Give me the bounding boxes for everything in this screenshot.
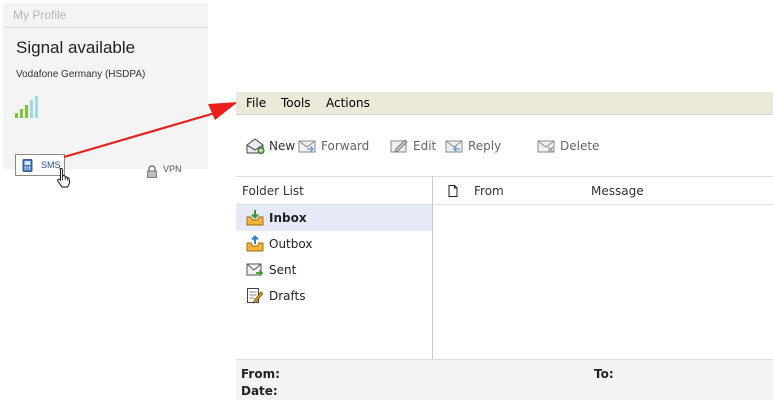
from-detail-label: From: xyxy=(241,367,280,381)
profile-header-title: My Profile xyxy=(13,8,67,22)
message-details-pane: From: To: Date: xyxy=(236,359,773,400)
edit-icon xyxy=(390,138,408,153)
outbox-icon xyxy=(246,235,264,252)
message-column-header[interactable]: Message xyxy=(591,184,644,198)
date-detail-label: Date: xyxy=(241,384,278,398)
folder-label-outbox: Outbox xyxy=(269,237,313,251)
new-button[interactable]: New xyxy=(246,137,295,155)
reply-button[interactable]: Reply xyxy=(445,137,501,155)
drafts-icon xyxy=(247,288,264,304)
folder-label-drafts: Drafts xyxy=(269,289,306,303)
folder-item-inbox[interactable]: Inbox xyxy=(236,205,432,231)
folder-list: Inbox Outbox Sent Drafts xyxy=(236,205,432,309)
document-icon xyxy=(448,185,458,197)
folder-item-sent[interactable]: Sent xyxy=(236,257,432,283)
edit-button[interactable]: Edit xyxy=(390,137,436,155)
delete-icon xyxy=(537,140,555,152)
menu-bar: File Tools Actions xyxy=(236,92,773,115)
vpn-button[interactable]: VPN xyxy=(146,163,182,182)
signal-strength-icon xyxy=(15,96,38,118)
reply-icon xyxy=(445,140,463,152)
to-detail-label: To: xyxy=(594,367,614,381)
column-divider[interactable] xyxy=(432,176,433,359)
folder-list-header: Folder List xyxy=(242,184,304,198)
phone-icon xyxy=(22,159,33,172)
new-message-icon xyxy=(246,138,265,154)
forward-label: Forward xyxy=(321,139,370,153)
folder-label-inbox: Inbox xyxy=(269,211,307,225)
reply-label: Reply xyxy=(468,139,502,153)
lock-icon xyxy=(147,165,157,178)
forward-button[interactable]: Forward xyxy=(298,137,369,155)
profile-header: My Profile xyxy=(3,3,208,28)
folder-item-outbox[interactable]: Outbox xyxy=(236,231,432,257)
forward-icon xyxy=(298,140,316,152)
delete-button[interactable]: Delete xyxy=(537,137,599,155)
messaging-window: File Tools Actions New Forward Edit Repl… xyxy=(236,92,773,400)
profile-card: My Profile Signal available Vodafone Ger… xyxy=(3,3,208,178)
list-header: Folder List From Message xyxy=(236,176,773,205)
delete-label: Delete xyxy=(560,139,600,153)
edit-label: Edit xyxy=(413,139,437,153)
menu-tools[interactable]: Tools xyxy=(281,96,311,110)
sent-icon xyxy=(246,263,264,277)
vpn-label: VPN xyxy=(163,164,182,174)
folder-label-sent: Sent xyxy=(269,263,297,277)
folder-item-drafts[interactable]: Drafts xyxy=(236,283,432,309)
from-column-header[interactable]: From xyxy=(474,184,504,198)
signal-status: Signal available xyxy=(16,38,136,57)
inbox-icon xyxy=(246,210,264,226)
menu-file[interactable]: File xyxy=(246,96,266,110)
toolbar: New Forward Edit Reply Delete xyxy=(236,115,773,175)
new-label: New xyxy=(269,139,296,153)
hand-cursor-icon xyxy=(57,167,70,188)
network-name: Vodafone Germany (HSDPA) xyxy=(16,69,146,80)
menu-actions[interactable]: Actions xyxy=(326,96,370,110)
